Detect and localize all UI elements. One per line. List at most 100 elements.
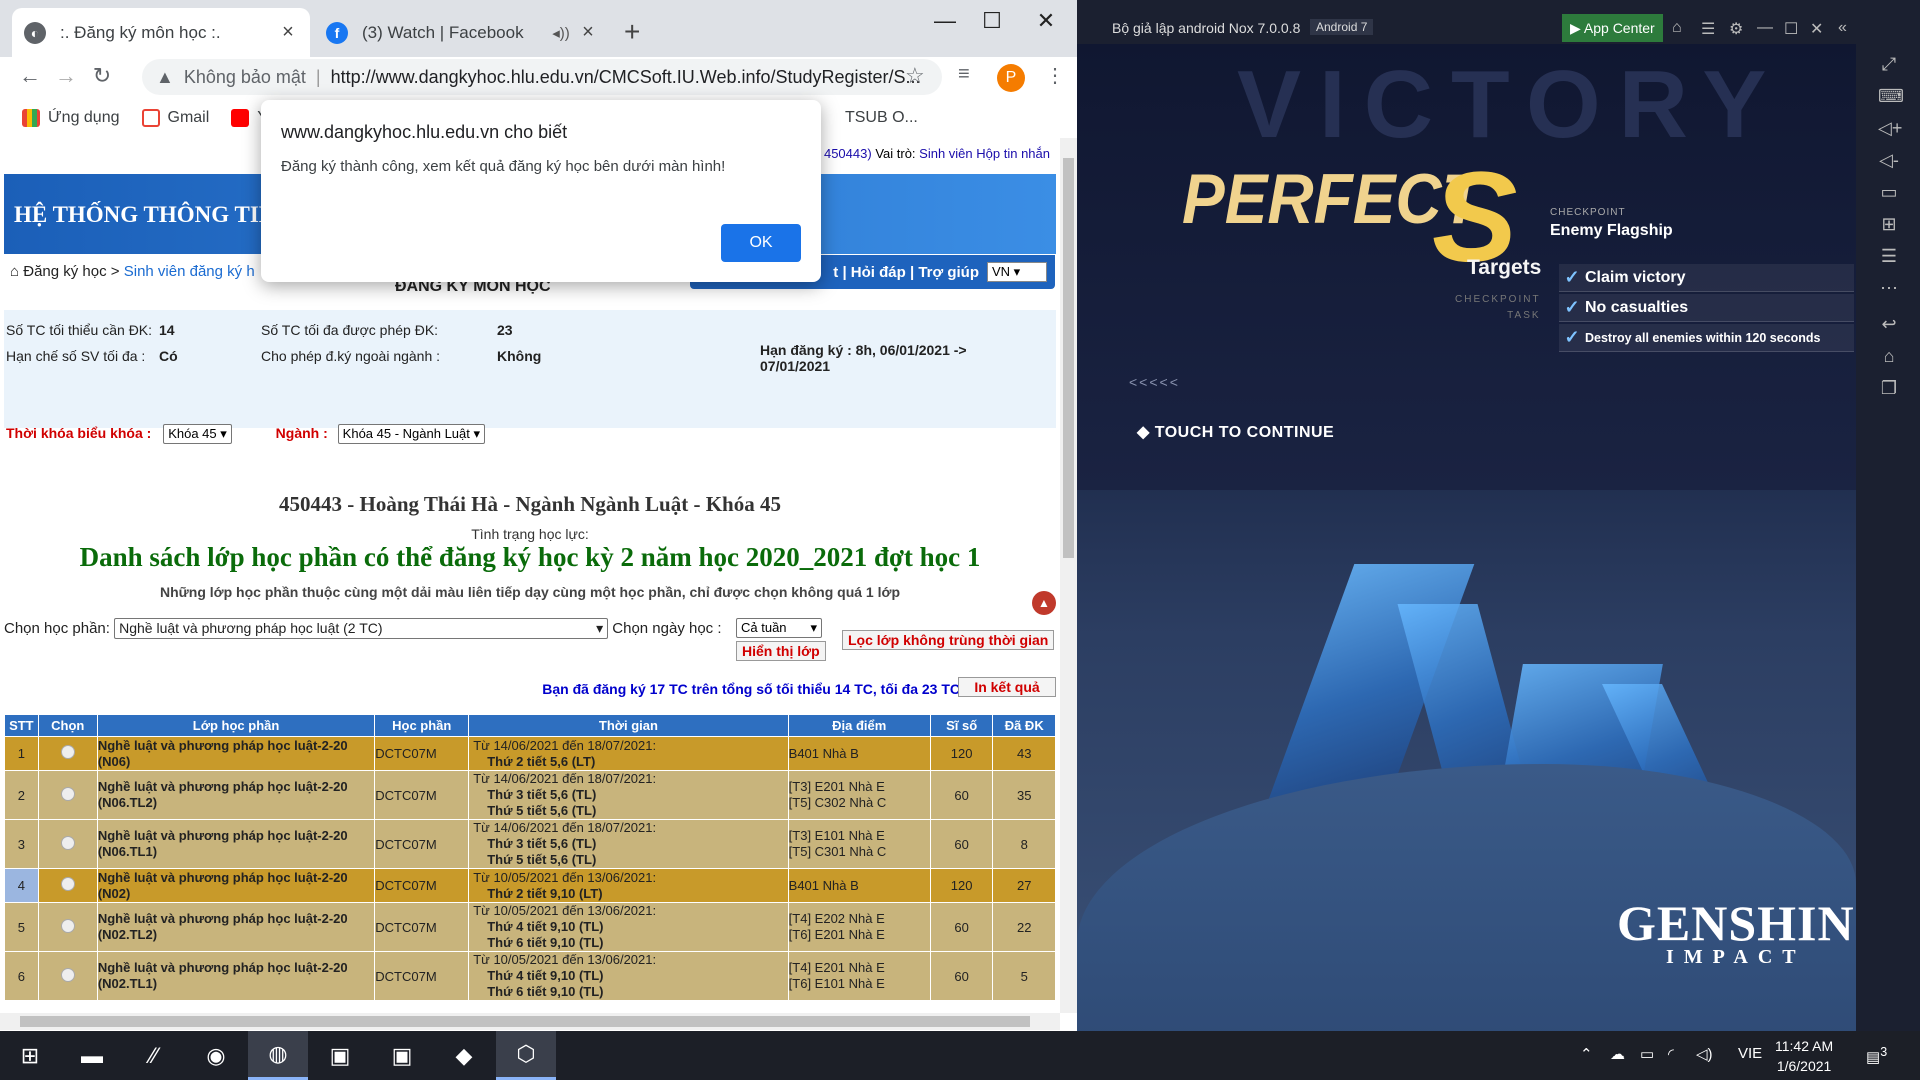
chrome-icon[interactable]: ◍ bbox=[248, 1031, 308, 1080]
timetable-select[interactable]: Khóa 45 ▾ bbox=[163, 424, 232, 444]
vertical-scrollbar[interactable] bbox=[1060, 138, 1077, 1013]
new-tab-icon[interactable]: + bbox=[624, 16, 640, 48]
course-select[interactable]: Nghề luật và phương pháp học luật (2 TC)… bbox=[114, 618, 609, 639]
forward-icon[interactable]: → bbox=[48, 63, 84, 89]
clock-time: 11:42 AM bbox=[1775, 1038, 1834, 1054]
table-row[interactable]: 1 Nghề luật và phương pháp học luật-2-20 … bbox=[4, 736, 1056, 771]
inbox-link[interactable]: Hộp tin nhắn bbox=[976, 146, 1050, 161]
language-indicator[interactable]: VIE bbox=[1738, 1045, 1762, 1062]
close-window-icon[interactable]: ✕ bbox=[1026, 8, 1066, 34]
menu-kebab-icon[interactable]: ⋮ bbox=[1045, 63, 1065, 88]
close-tab-icon[interactable]: × bbox=[278, 21, 298, 44]
scroll-thumb[interactable] bbox=[1063, 158, 1074, 558]
location: B401 Nhà B bbox=[787, 868, 931, 903]
horizontal-scrollbar[interactable] bbox=[0, 1013, 1060, 1030]
class-name: Nghề luật và phương pháp học luật-2-20 (… bbox=[96, 736, 376, 771]
recents-icon[interactable]: ❐ bbox=[1878, 378, 1900, 399]
game-app-icon[interactable]: ▣ bbox=[310, 1031, 370, 1080]
tab-facebook-watch[interactable]: f (3) Watch | Facebook ◂)) × bbox=[314, 8, 610, 57]
role-link[interactable]: Sinh viên bbox=[919, 146, 972, 161]
close-icon[interactable]: ✕ bbox=[1810, 19, 1823, 39]
tray-chevron-icon[interactable]: ⌃ bbox=[1580, 1045, 1593, 1063]
choose-day-label: Chọn ngày học : bbox=[612, 620, 722, 637]
volume-up-icon[interactable]: ◁+ bbox=[1878, 118, 1902, 139]
home-icon[interactable]: ⌂ bbox=[10, 263, 19, 280]
ok-button[interactable]: OK bbox=[721, 224, 801, 262]
volume-down-icon[interactable]: ◁- bbox=[1878, 150, 1900, 171]
table-row[interactable]: 2 Nghề luật và phương pháp học luật-2-20 … bbox=[4, 770, 1056, 820]
garena-icon[interactable]: ◆ bbox=[434, 1031, 494, 1080]
multi-instance-icon[interactable]: ☰ bbox=[1878, 246, 1900, 267]
fullscreen-icon[interactable]: ⤢ bbox=[1878, 54, 1900, 75]
nox-icon[interactable]: ⬡ bbox=[496, 1031, 556, 1080]
arrows-decoration: <<<<< bbox=[1129, 374, 1180, 390]
minimize-icon[interactable]: — bbox=[1757, 19, 1773, 37]
table-row[interactable]: 6 Nghề luật và phương pháp học luật-2-20 … bbox=[4, 951, 1056, 1001]
back-icon[interactable]: ↩ bbox=[1878, 314, 1900, 335]
settings-icon[interactable]: ⚙ bbox=[1729, 19, 1743, 39]
media-control-icon[interactable]: ≡ bbox=[958, 63, 970, 86]
menu-icon[interactable]: ☰ bbox=[1701, 19, 1715, 39]
bookmark-gmail[interactable]: Gmail bbox=[141, 109, 209, 127]
keyboard-icon[interactable]: ⌨ bbox=[1878, 86, 1904, 107]
class-name: Nghề luật và phương pháp học luật-2-20 (… bbox=[96, 868, 376, 903]
breadcrumb-home[interactable]: Đăng ký học bbox=[23, 263, 106, 280]
game-screen[interactable]: VICTORY PERFECT S CHECKPOINT Enemy Flags… bbox=[1077, 44, 1856, 1031]
edge-icon[interactable]: ◉ bbox=[186, 1031, 246, 1080]
home-icon[interactable]: ⌂ bbox=[1878, 346, 1900, 367]
back-icon[interactable]: ← bbox=[12, 63, 48, 89]
app-icon[interactable]: ⁄⁄ bbox=[124, 1031, 184, 1080]
profile-avatar[interactable]: P bbox=[997, 64, 1025, 92]
reload-icon[interactable]: ↻ bbox=[84, 63, 120, 89]
battery-icon[interactable]: ▭ bbox=[1640, 1045, 1654, 1063]
collapse-icon[interactable]: « bbox=[1838, 19, 1847, 37]
screen-icon[interactable]: ▭ bbox=[1878, 182, 1900, 203]
select-radio[interactable] bbox=[60, 967, 75, 982]
windows-start-icon[interactable]: ⊞ bbox=[0, 1031, 60, 1080]
wifi-icon[interactable]: ◜ bbox=[1668, 1045, 1674, 1063]
speaker-icon[interactable]: ◂)) bbox=[550, 24, 572, 42]
menu-links[interactable]: t | Hỏi đáp | Trợ giúp bbox=[833, 264, 979, 281]
print-results-button[interactable]: In kết quả bbox=[958, 677, 1056, 697]
select-radio[interactable] bbox=[60, 786, 75, 801]
minimize-icon[interactable]: — bbox=[925, 8, 965, 34]
select-radio[interactable] bbox=[60, 745, 75, 759]
location: B401 Nhà B bbox=[787, 736, 931, 771]
onedrive-icon[interactable]: ☁ bbox=[1610, 1045, 1625, 1063]
file-explorer-icon[interactable]: ▬ bbox=[62, 1031, 122, 1080]
table-row[interactable]: 5 Nghề luật và phương pháp học luật-2-20 … bbox=[4, 902, 1056, 952]
close-tab-icon[interactable]: × bbox=[578, 21, 598, 44]
touch-to-continue[interactable]: ◆ TOUCH TO CONTINUE bbox=[1137, 422, 1334, 442]
address-bar[interactable]: ▲ Không bảo mật | http://www.dangkyhoc.h… bbox=[142, 59, 942, 95]
scroll-thumb[interactable] bbox=[20, 1016, 1030, 1027]
major-select[interactable]: Khóa 45 - Ngành Luật ▾ bbox=[337, 424, 486, 444]
filter-button[interactable]: Lọc lớp không trùng thời gian bbox=[842, 630, 1055, 650]
anime-app-icon[interactable]: ▣ bbox=[372, 1031, 432, 1080]
notification-icon[interactable]: ▤3 bbox=[1866, 1045, 1887, 1066]
tab-dang-ky-mon-hoc[interactable]: ◐ :. Đăng ký môn học :. × bbox=[12, 8, 310, 57]
breadcrumb-link[interactable]: Sinh viên đăng ký h bbox=[124, 263, 255, 280]
day-select[interactable]: Cả tuần ▾ bbox=[736, 618, 822, 638]
select-radio[interactable] bbox=[60, 835, 75, 850]
volume-icon[interactable]: ◁) bbox=[1696, 1045, 1713, 1063]
table-row[interactable]: 4 Nghề luật và phương pháp học luật-2-20 … bbox=[4, 868, 1056, 903]
select-radio-cell bbox=[37, 902, 98, 952]
schedule-slot: Thứ 3 tiết 5,6 (TL) bbox=[487, 787, 597, 802]
maximize-icon[interactable]: ☐ bbox=[972, 8, 1012, 34]
select-radio[interactable] bbox=[60, 918, 75, 933]
bookmark-other[interactable]: TSUB O... bbox=[845, 109, 918, 127]
shirt-icon[interactable]: ⌂ bbox=[1672, 19, 1682, 37]
show-classes-button[interactable]: Hiển thị lớp bbox=[736, 641, 826, 661]
clock[interactable]: 11:42 AM 1/6/2021 bbox=[1775, 1036, 1833, 1076]
apk-install-icon[interactable]: ⊞ bbox=[1878, 214, 1900, 235]
select-radio[interactable] bbox=[60, 877, 75, 891]
maximize-icon[interactable]: ☐ bbox=[1784, 19, 1798, 39]
bookmark-star-icon[interactable]: ☆ bbox=[905, 63, 925, 89]
more-icon[interactable]: ⋯ bbox=[1878, 278, 1900, 299]
bookmark-apps[interactable]: Ứng dụng bbox=[22, 109, 120, 127]
language-select[interactable]: VN ▾ bbox=[987, 262, 1047, 282]
logo-text: GENSHIN bbox=[1617, 895, 1855, 951]
table-row[interactable]: 3 Nghề luật và phương pháp học luật-2-20 … bbox=[4, 819, 1056, 869]
student-id-link[interactable]: 450443) bbox=[824, 146, 872, 161]
app-center-button[interactable]: ▶ App Center bbox=[1562, 14, 1663, 42]
